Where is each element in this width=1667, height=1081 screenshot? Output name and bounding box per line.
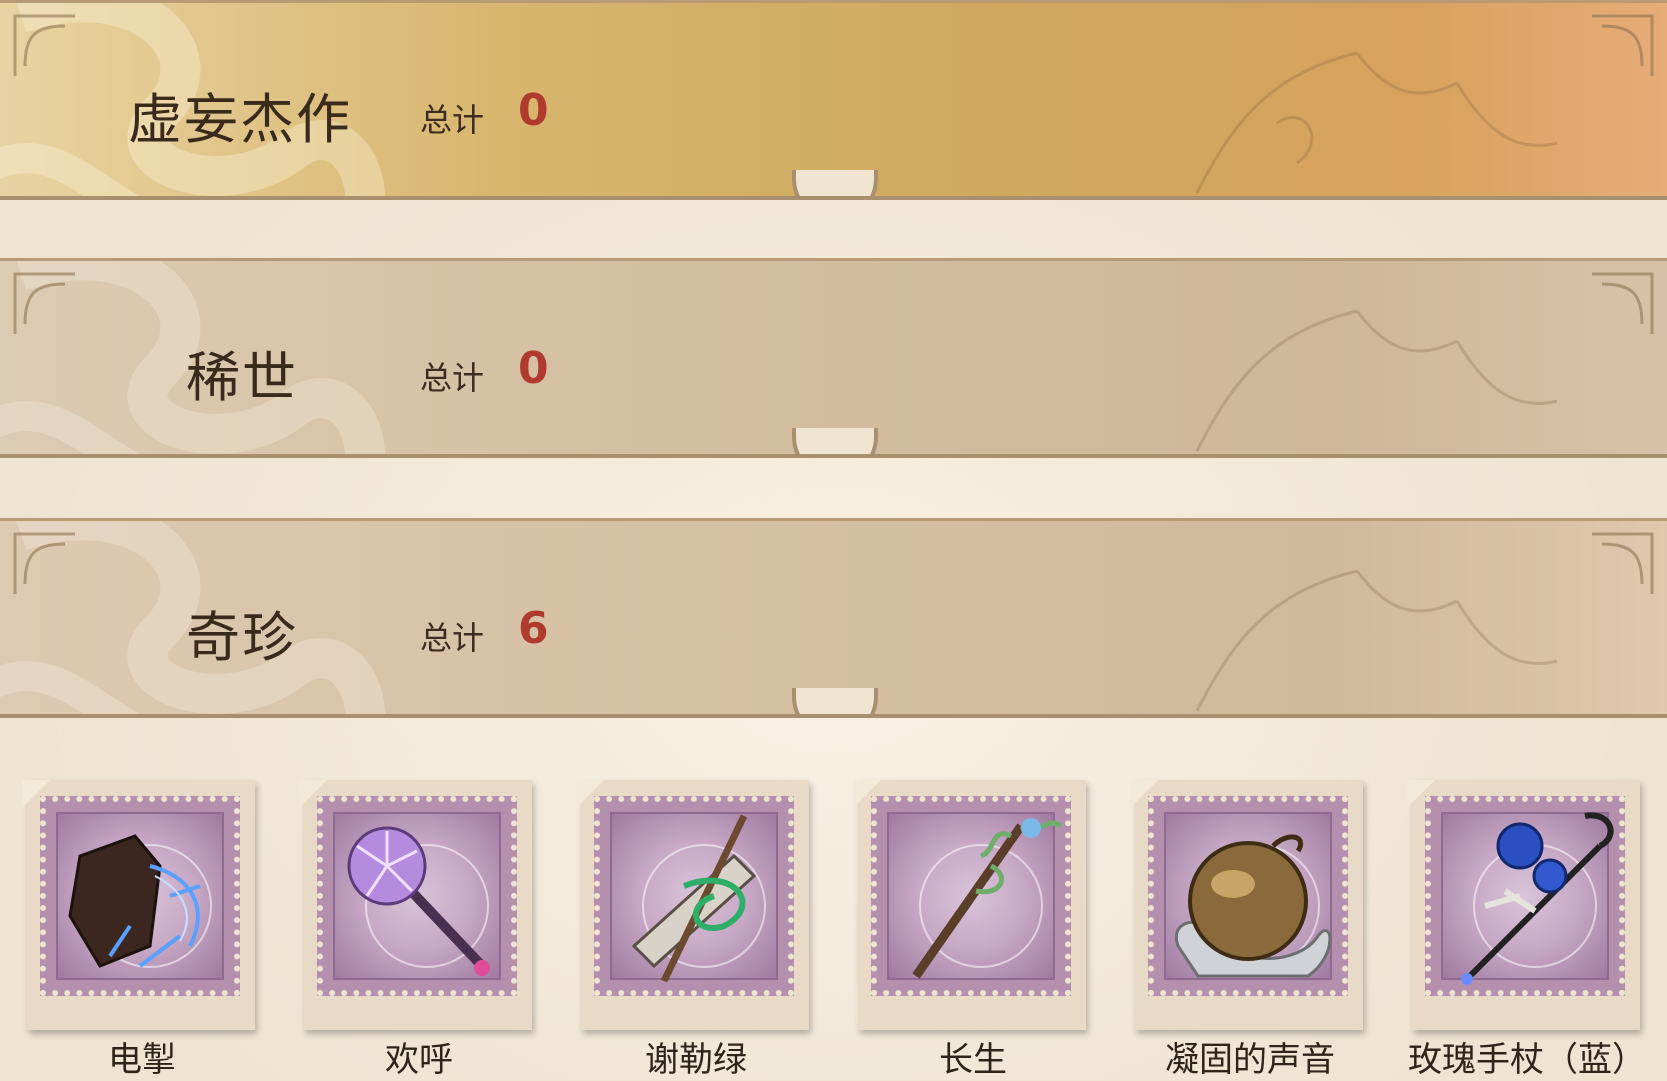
floral-decoration-icon bbox=[1195, 51, 1558, 194]
corner-ornament-icon bbox=[13, 532, 75, 594]
corner-ornament-icon bbox=[13, 14, 75, 76]
item-card-xielelv[interactable]: 谢勒绿 bbox=[576, 780, 816, 1080]
item-name: 凝固的声音 bbox=[1165, 1040, 1335, 1080]
floral-decoration-icon bbox=[1195, 309, 1558, 452]
item-card-rose-cane-blue[interactable]: 玫瑰手杖（蓝） bbox=[1407, 780, 1647, 1080]
electric-gauntlet-icon bbox=[68, 834, 201, 968]
section-banner-masterpiece[interactable]: 虚妄杰作 总计 0 bbox=[0, 0, 1667, 200]
section-title: 奇珍 bbox=[186, 606, 298, 669]
purple-scepter-icon bbox=[347, 826, 490, 976]
total-label: 总计 bbox=[420, 101, 485, 139]
total-label: 总计 bbox=[420, 359, 485, 397]
green-staff-icon bbox=[631, 814, 757, 983]
section-banner-curio[interactable]: 奇珍 总计 6 bbox=[0, 518, 1667, 718]
section-title: 虚妄杰作 bbox=[128, 88, 352, 151]
item-name: 长生 bbox=[939, 1040, 1007, 1080]
banner-notch bbox=[792, 428, 878, 454]
item-card-dianche[interactable]: 电掣 bbox=[22, 780, 262, 1080]
bronze-orb-icon bbox=[1174, 834, 1332, 978]
blue-rose-cane-icon bbox=[1461, 812, 1614, 985]
banner-notch bbox=[792, 688, 878, 714]
item-name: 电掣 bbox=[108, 1040, 176, 1080]
corner-ornament-icon bbox=[1592, 532, 1654, 594]
section-title: 稀世 bbox=[186, 346, 298, 409]
total-count: 0 bbox=[518, 85, 549, 136]
total-label: 总计 bbox=[420, 619, 485, 657]
corner-ornament-icon bbox=[1592, 14, 1654, 76]
item-card-ningu-de-shengyin[interactable]: 凝固的声音 bbox=[1130, 780, 1370, 1080]
floral-decoration-icon bbox=[1195, 569, 1558, 712]
item-name: 玫瑰手杖（蓝） bbox=[1408, 1040, 1646, 1080]
item-card-huanhu[interactable]: 欢呼 bbox=[299, 780, 539, 1080]
total-count: 6 bbox=[518, 603, 549, 654]
corner-ornament-icon bbox=[1592, 272, 1654, 334]
vine-staff-icon bbox=[912, 818, 1063, 979]
item-name: 欢呼 bbox=[385, 1040, 453, 1080]
corner-ornament-icon bbox=[13, 272, 75, 334]
total-count: 0 bbox=[518, 343, 549, 394]
item-card-changsheng[interactable]: 长生 bbox=[853, 780, 1093, 1080]
section-banner-rare[interactable]: 稀世 总计 0 bbox=[0, 258, 1667, 458]
banner-notch bbox=[792, 170, 878, 196]
item-name: 谢勒绿 bbox=[645, 1040, 747, 1080]
